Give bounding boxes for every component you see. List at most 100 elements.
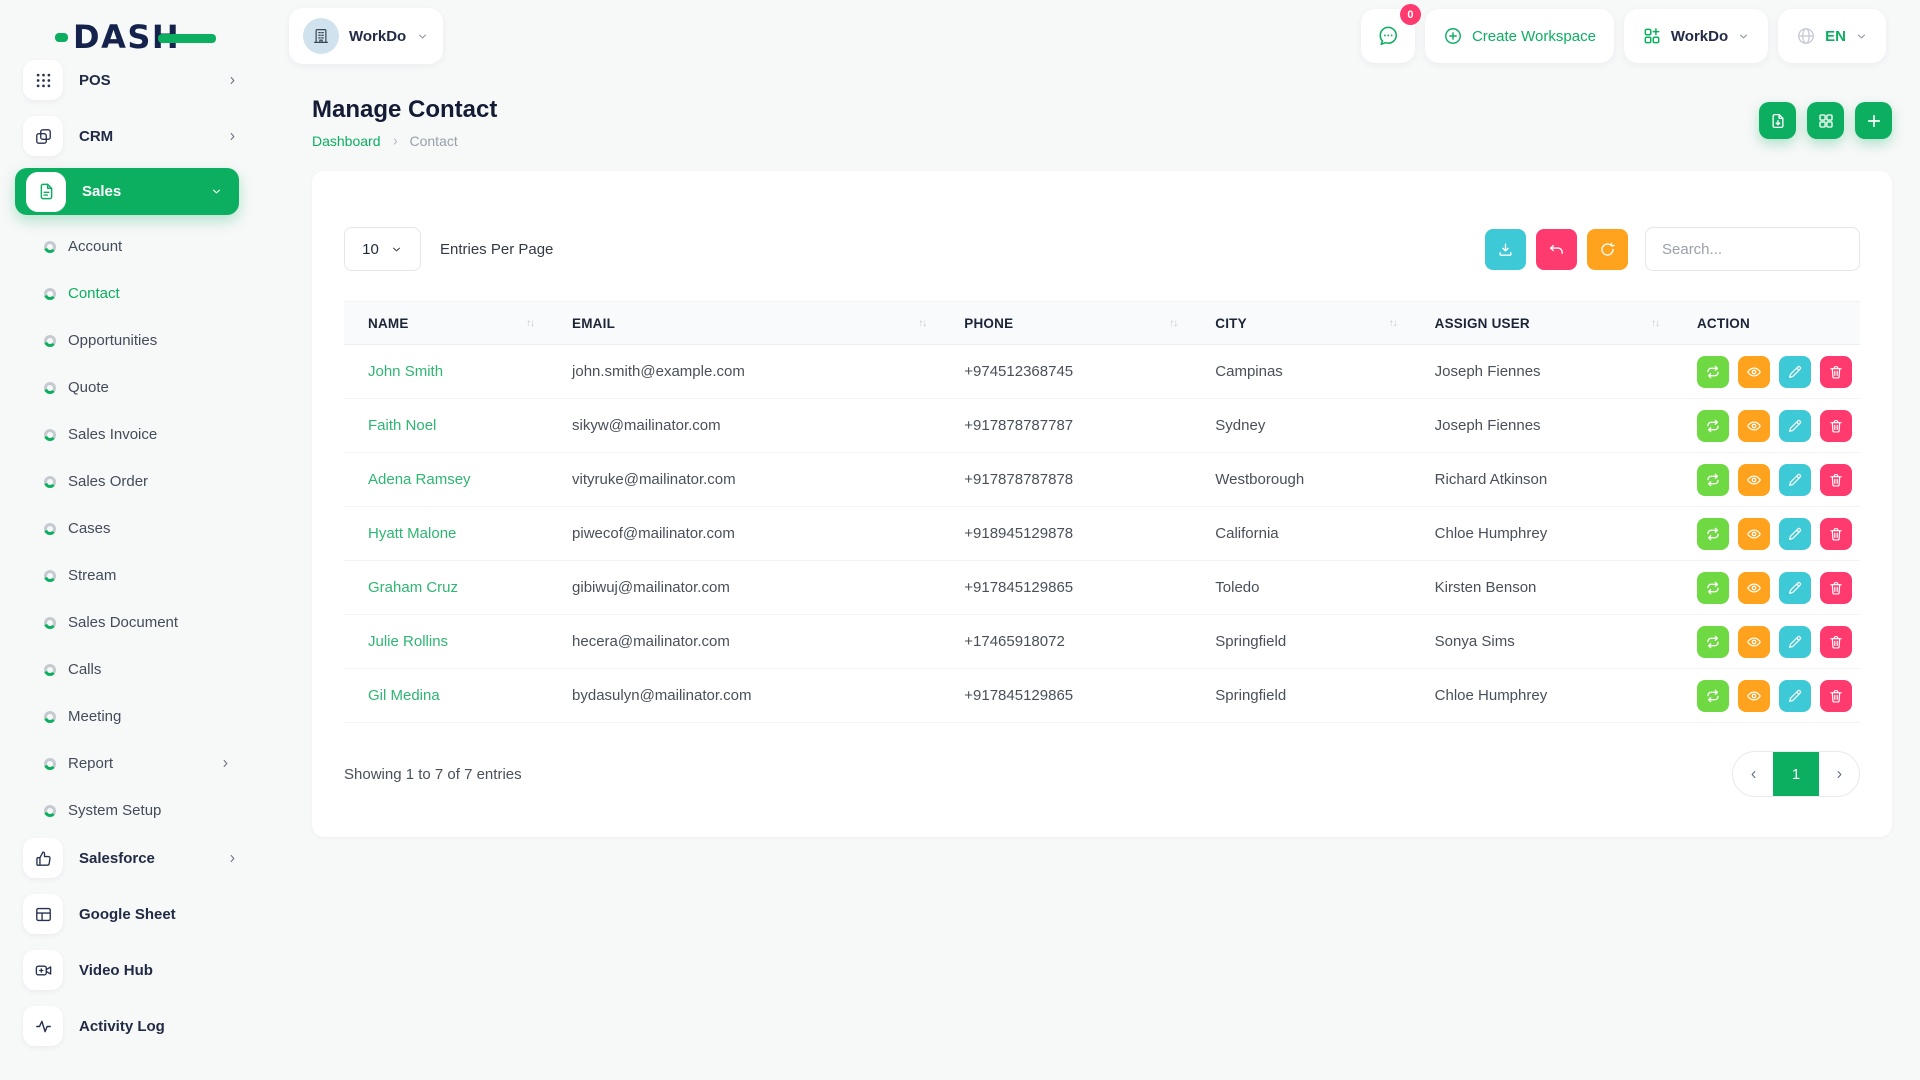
sidebar-subitem[interactable]: Sales Document (0, 599, 284, 646)
convert-button[interactable] (1697, 572, 1729, 604)
convert-button[interactable] (1697, 356, 1729, 388)
contact-name-link[interactable]: Graham Cruz (368, 579, 458, 596)
view-button[interactable] (1738, 518, 1770, 550)
sidebar-subitem[interactable]: Calls (0, 646, 284, 693)
import-contacts-button[interactable] (1759, 102, 1796, 139)
previous-page-button[interactable] (1733, 752, 1773, 796)
sidebar-item-pos[interactable]: POS (23, 58, 239, 104)
next-page-button[interactable] (1819, 752, 1859, 796)
add-contact-button[interactable] (1855, 102, 1892, 139)
convert-button[interactable] (1697, 680, 1729, 712)
view-button[interactable] (1738, 626, 1770, 658)
sidebar-subitem-label: Calls (68, 661, 101, 678)
search-input[interactable] (1645, 227, 1860, 271)
view-button[interactable] (1738, 356, 1770, 388)
current-page-button[interactable]: 1 (1773, 752, 1819, 796)
column-header[interactable]: EMAIL ↑↓ (548, 302, 940, 345)
contact-name-link[interactable]: Adena Ramsey (368, 471, 471, 488)
delete-button[interactable] (1820, 356, 1852, 388)
view-button[interactable] (1738, 680, 1770, 712)
cell-email: gibiwuj@mailinator.com (548, 561, 940, 615)
cell-assign-user: Joseph Fiennes (1411, 345, 1673, 399)
messages-button[interactable]: 0 (1361, 9, 1415, 63)
sidebar-subitem[interactable]: Cases (0, 505, 284, 552)
delete-button[interactable] (1820, 572, 1852, 604)
sidebar-subitem[interactable]: Report (0, 740, 284, 787)
top-bar: WorkDo 0 Create Workspace WorkDo EN (284, 0, 1920, 72)
sidebar-subitem[interactable]: Account (0, 223, 284, 270)
breadcrumb-dashboard-link[interactable]: Dashboard (312, 133, 381, 149)
contact-name-link[interactable]: Hyatt Malone (368, 525, 456, 542)
delete-button[interactable] (1820, 410, 1852, 442)
contact-name-link[interactable]: Julie Rollins (368, 633, 448, 650)
delete-button[interactable] (1820, 464, 1852, 496)
cell-phone: +918945129878 (940, 507, 1191, 561)
convert-button[interactable] (1697, 464, 1729, 496)
bullet-icon (44, 711, 56, 723)
column-header[interactable]: CITY ↑↓ (1191, 302, 1410, 345)
eye-icon (1746, 364, 1762, 380)
sidebar-subitem[interactable]: System Setup (0, 787, 284, 834)
repeat-icon (1705, 364, 1721, 380)
workspace-menu-button[interactable]: WorkDo (1624, 9, 1768, 63)
column-header[interactable]: NAME ↑↓ (344, 302, 548, 345)
edit-button[interactable] (1779, 626, 1811, 658)
grid-view-button[interactable] (1807, 102, 1844, 139)
sidebar-item-google-sheet[interactable]: Google Sheet (23, 890, 239, 938)
reset-button[interactable] (1536, 229, 1577, 270)
view-button[interactable] (1738, 410, 1770, 442)
view-button[interactable] (1738, 464, 1770, 496)
column-header[interactable]: ASSIGN USER ↑↓ (1411, 302, 1673, 345)
table-row: Adena Ramsey vityruke@mailinator.com +91… (344, 453, 1860, 507)
convert-button[interactable] (1697, 410, 1729, 442)
sidebar-item-sales-active[interactable]: Sales (15, 168, 239, 215)
contact-name-link[interactable]: John Smith (368, 363, 443, 380)
sidebar-item-activity-log[interactable]: Activity Log (23, 1002, 239, 1050)
trash-icon (1828, 472, 1844, 488)
workspace-selector[interactable]: WorkDo (289, 8, 443, 64)
edit-button[interactable] (1779, 518, 1811, 550)
edit-button[interactable] (1779, 356, 1811, 388)
cell-actions (1673, 345, 1860, 399)
sidebar-subitem[interactable]: Quote (0, 364, 284, 411)
contact-name-link[interactable]: Gil Medina (368, 687, 440, 704)
sidebar-item-video-hub[interactable]: Video Hub (23, 946, 239, 994)
edit-button[interactable] (1779, 572, 1811, 604)
contact-name-link[interactable]: Faith Noel (368, 417, 436, 434)
sidebar-subitem[interactable]: Meeting (0, 693, 284, 740)
edit-button[interactable] (1779, 680, 1811, 712)
convert-button[interactable] (1697, 626, 1729, 658)
sidebar-subitem[interactable]: Stream (0, 552, 284, 599)
convert-button[interactable] (1697, 518, 1729, 550)
view-button[interactable] (1738, 572, 1770, 604)
create-workspace-button[interactable]: Create Workspace (1425, 9, 1614, 63)
cell-city: Sydney (1191, 399, 1410, 453)
cell-name: Graham Cruz (344, 561, 548, 615)
export-button[interactable] (1485, 229, 1526, 270)
sidebar-subitem[interactable]: Opportunities (0, 317, 284, 364)
column-header[interactable]: ACTION ↑↓ (1673, 302, 1860, 345)
sidebar-subitem[interactable]: Contact (0, 270, 284, 317)
reload-button[interactable] (1587, 229, 1628, 270)
column-header[interactable]: PHONE ↑↓ (940, 302, 1191, 345)
cell-assign-user: Joseph Fiennes (1411, 399, 1673, 453)
delete-button[interactable] (1820, 680, 1852, 712)
sidebar-item-crm[interactable]: CRM (23, 112, 239, 160)
sidebar: DASH POS CRM Sales Account (0, 0, 284, 1080)
delete-button[interactable] (1820, 626, 1852, 658)
workspace-avatar (303, 18, 339, 54)
bullet-icon (44, 758, 56, 770)
pos-grid-dots-icon (23, 60, 63, 100)
delete-button[interactable] (1820, 518, 1852, 550)
sidebar-subitem[interactable]: Sales Order (0, 458, 284, 505)
entries-per-page-select[interactable]: 10 (344, 227, 421, 271)
language-selector[interactable]: EN (1778, 9, 1886, 63)
app-logo[interactable]: DASH (55, 16, 284, 58)
language-label: EN (1825, 28, 1846, 45)
edit-button[interactable] (1779, 464, 1811, 496)
sidebar-subitem[interactable]: Sales Invoice (0, 411, 284, 458)
sidebar-item-salesforce[interactable]: Salesforce (23, 834, 239, 882)
edit-button[interactable] (1779, 410, 1811, 442)
sidebar-subitem-label: Report (68, 755, 113, 772)
entries-per-page-label: Entries Per Page (440, 241, 553, 258)
